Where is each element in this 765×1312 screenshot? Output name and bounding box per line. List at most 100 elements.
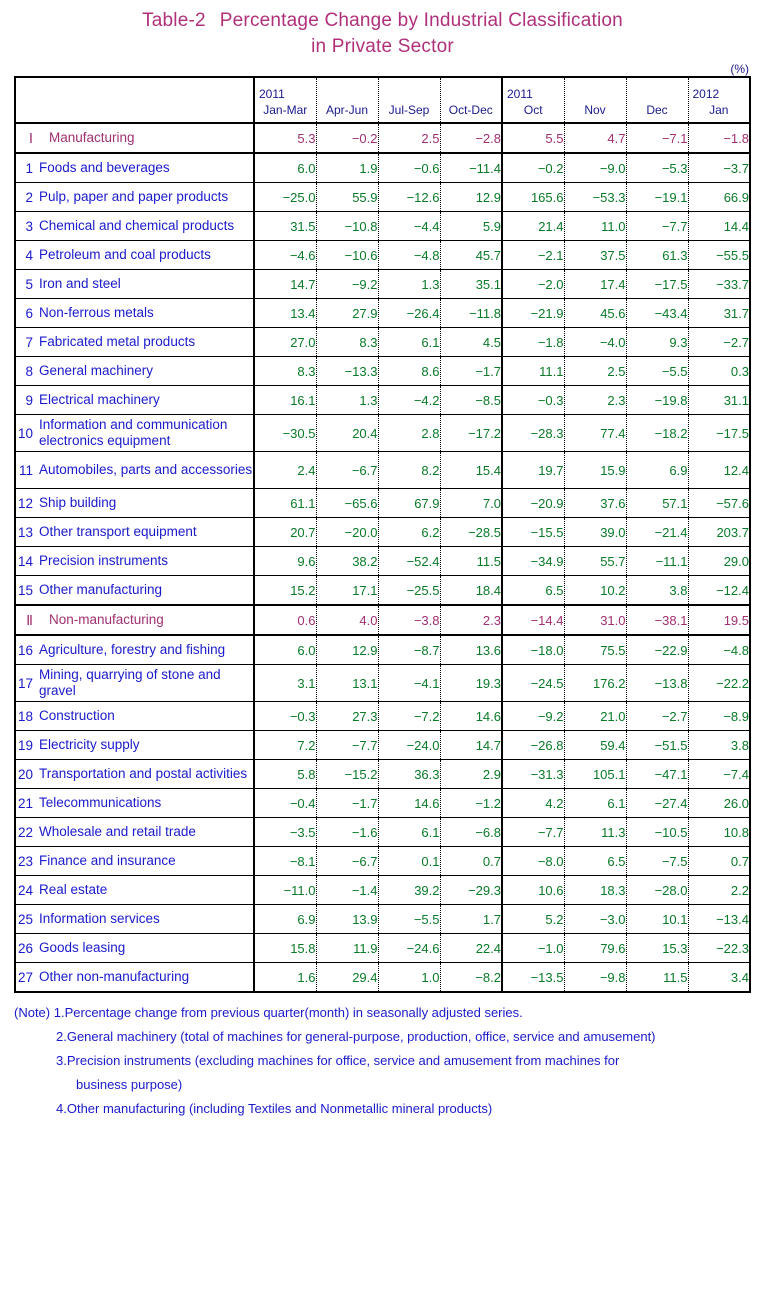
- value-cell: 9.6: [254, 546, 317, 576]
- row-number: 20: [17, 766, 33, 782]
- value-cell: −8.2: [440, 962, 503, 992]
- row-label-cell: Ⅱ Non-manufacturing: [15, 604, 255, 636]
- value-cell: −4.6: [254, 240, 317, 270]
- value-cell: 14.6: [378, 788, 441, 818]
- row-label-cell: 1 Foods and beverages: [15, 153, 255, 183]
- value-cell: −7.2: [378, 701, 441, 731]
- value-cell: 39.2: [378, 875, 441, 905]
- row-label: Foods and beverages: [39, 160, 170, 175]
- row-label-cell: 26 Goods leasing: [15, 933, 255, 963]
- header-col-dec: Dec: [626, 77, 689, 124]
- value-cell: −0.4: [254, 788, 317, 818]
- value-cell: 79.6: [564, 933, 627, 963]
- value-cell: −9.0: [564, 153, 627, 183]
- table-container: 2011 Jan-Mar Apr-Jun Jul-Sep Oct-Dec 201…: [0, 76, 765, 993]
- value-cell: −20.9: [502, 488, 565, 518]
- note-line-1: (Note) 1.Percentage change from previous…: [14, 1001, 751, 1025]
- value-cell: −7.5: [626, 846, 689, 876]
- value-cell: −2.8: [440, 123, 503, 154]
- value-cell: −18.0: [502, 635, 565, 665]
- header-col-jan: 2012 Jan: [688, 77, 750, 124]
- value-cell: 14.4: [688, 211, 750, 241]
- value-cell: −7.4: [688, 759, 750, 789]
- value-cell: 37.5: [564, 240, 627, 270]
- header-label-cell: [15, 77, 255, 124]
- value-cell: −3.7: [688, 153, 750, 183]
- value-cell: 29.0: [688, 546, 750, 576]
- row-label: Automobiles, parts and accessories: [39, 462, 253, 477]
- row-label: General machinery: [39, 363, 154, 378]
- table-row: 5 Iron and steel 14.7 −9.2 1.3 35.1 −2.0 17.4 −1…: [15, 269, 750, 299]
- row-label-cell: 15 Other manufacturing: [15, 575, 255, 606]
- value-cell: 27.9: [316, 298, 379, 328]
- unit-label: (%): [730, 62, 749, 76]
- value-cell: 0.3: [688, 356, 750, 386]
- row-number: Ⅱ: [26, 611, 33, 628]
- row-number: 14: [17, 553, 33, 569]
- value-cell: 2.3: [564, 385, 627, 415]
- row-label-cell: 14 Precision instruments: [15, 546, 255, 576]
- table-row: 7 Fabricated metal products 27.0 8.3 6.1 4.5−…: [15, 327, 750, 357]
- table-row: 22 Wholesale and retail trade −3.5 −1.6 6.1−…: [15, 817, 750, 847]
- note-prefix: (Note): [14, 1005, 51, 1020]
- value-cell: −10.6: [316, 240, 379, 270]
- value-cell: −12.6: [378, 182, 441, 212]
- row-label: Transportation and postal activities: [39, 766, 248, 781]
- value-cell: 11.0: [564, 211, 627, 241]
- value-cell: 14.6: [440, 701, 503, 731]
- value-cell: −4.8: [378, 240, 441, 270]
- table-row: 8 General machinery 8.3 −13.3 8.6 −1.7 11.1 2.5…: [15, 356, 750, 386]
- row-label: Fabricated metal products: [39, 334, 196, 349]
- value-cell: 11.9: [316, 933, 379, 963]
- value-cell: −13.3: [316, 356, 379, 386]
- row-number: 27: [17, 969, 33, 985]
- table-row: 20 Transportation and postal activities 5.…: [15, 759, 750, 789]
- page-title: Table-2 Percentage Change by Industrial C…: [0, 0, 765, 60]
- header-period: Oct-Dec: [448, 103, 493, 117]
- row-number: 9: [25, 392, 33, 408]
- row-label: Real estate: [39, 882, 108, 897]
- row-label: Other manufacturing: [39, 582, 163, 597]
- value-cell: −2.1: [502, 240, 565, 270]
- value-cell: −38.1: [626, 604, 689, 636]
- row-label: Non-ferrous metals: [39, 305, 154, 320]
- value-cell: 27.0: [254, 327, 317, 357]
- value-cell: −1.8: [688, 123, 750, 154]
- row-number: 12: [17, 495, 33, 511]
- row-label-cell: 13 Other transport equipment: [15, 517, 255, 547]
- value-cell: −7.1: [626, 123, 689, 154]
- value-cell: 3.1: [254, 664, 317, 702]
- table-row: 17 Mining, quarrying of stone and gravel 3…: [15, 664, 750, 702]
- value-cell: 55.9: [316, 182, 379, 212]
- value-cell: 9.3: [626, 327, 689, 357]
- value-cell: −6.8: [440, 817, 503, 847]
- note-text: 1.Percentage change from previous quarte…: [53, 1005, 523, 1020]
- value-cell: 38.2: [316, 546, 379, 576]
- row-label-cell: 18 Construction: [15, 701, 255, 731]
- value-cell: 4.5: [440, 327, 503, 357]
- value-cell: −28.5: [440, 517, 503, 547]
- value-cell: −3.0: [564, 904, 627, 934]
- value-cell: −2.0: [502, 269, 565, 299]
- header-col-jul-sep: Jul-Sep: [378, 77, 441, 124]
- value-cell: −15.2: [316, 759, 379, 789]
- value-cell: −5.5: [626, 356, 689, 386]
- value-cell: 15.8: [254, 933, 317, 963]
- value-cell: 2.4: [254, 451, 317, 489]
- value-cell: −65.6: [316, 488, 379, 518]
- note-line-3-cont: business purpose): [76, 1077, 183, 1092]
- value-cell: −27.4: [626, 788, 689, 818]
- value-cell: 14.7: [440, 730, 503, 760]
- row-label-cell: 17 Mining, quarrying of stone and gravel: [15, 664, 255, 702]
- value-cell: −4.0: [564, 327, 627, 357]
- row-label: Other non-manufacturing: [39, 969, 190, 984]
- value-cell: −4.8: [688, 635, 750, 665]
- row-label: Construction: [39, 708, 115, 723]
- table-row: 16 Agriculture, forestry and fishing 6.0 12…: [15, 635, 750, 665]
- value-cell: −31.3: [502, 759, 565, 789]
- table-row: 21 Telecommunications −0.4 −1.7 14.6 −1.2 4.2 6…: [15, 788, 750, 818]
- value-cell: 27.3: [316, 701, 379, 731]
- value-cell: 6.5: [502, 575, 565, 606]
- row-label-cell: 5 Iron and steel: [15, 269, 255, 299]
- table-row: 26 Goods leasing 15.8 11.9 −24.6 22.4 −1.0 79.6…: [15, 933, 750, 963]
